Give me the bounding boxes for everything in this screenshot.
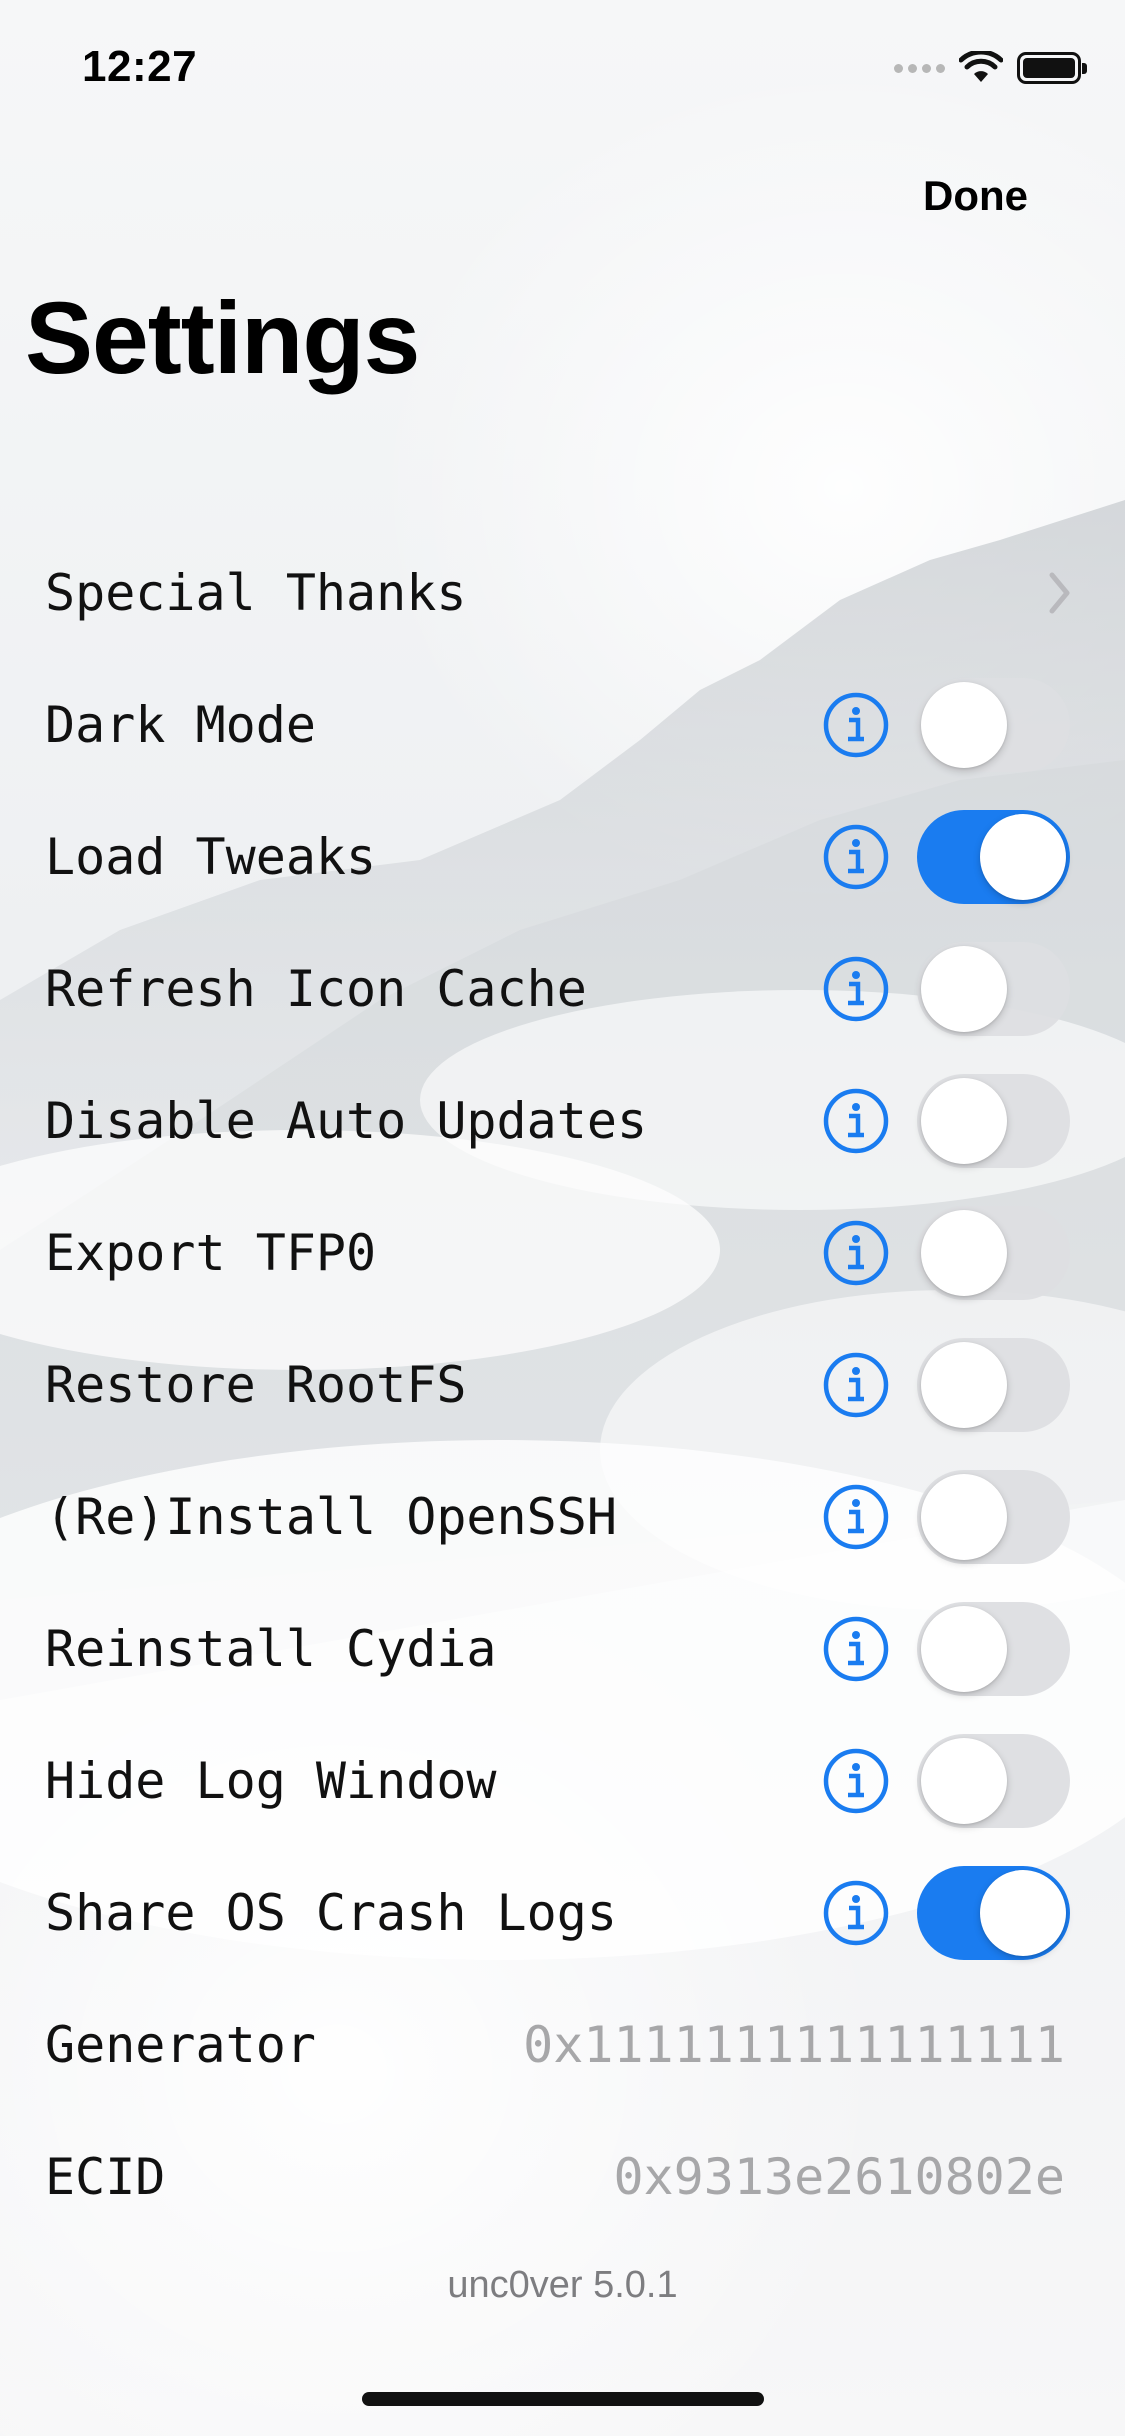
cellular-signal-icon <box>894 63 945 73</box>
row-reinstall-openssh: (Re)Install OpenSSH <box>0 1451 1125 1583</box>
info-circle-icon[interactable] <box>822 1087 890 1155</box>
row-label: Reinstall Cydia <box>45 1620 497 1678</box>
row-label: ECID <box>45 2148 166 2206</box>
hide-log-window-toggle[interactable] <box>917 1734 1070 1828</box>
info-circle-icon[interactable] <box>822 1615 890 1683</box>
info-circle-icon[interactable] <box>822 1747 890 1815</box>
row-label: Special Thanks <box>45 564 467 622</box>
page-title: Settings <box>25 281 420 395</box>
reinstall-openssh-toggle[interactable] <box>917 1470 1070 1564</box>
toggle-knob <box>921 1738 1007 1824</box>
status-icons <box>894 48 1087 88</box>
toggle-knob <box>921 1606 1007 1692</box>
toggle-knob <box>921 1210 1007 1296</box>
battery-icon <box>1017 52 1087 84</box>
row-label: Export TFP0 <box>45 1224 377 1282</box>
chevron-right-icon <box>1049 572 1070 614</box>
row-label: Restore RootFS <box>45 1356 467 1414</box>
info-circle-icon[interactable] <box>822 1351 890 1419</box>
generator-value[interactable]: 0x1111111111111111 <box>523 2016 1065 2074</box>
info-circle-icon[interactable] <box>822 955 890 1023</box>
settings-list: Special Thanks Dark Mode Load Tweaks Ref… <box>0 527 1125 2243</box>
restore-rootfs-toggle[interactable] <box>917 1338 1070 1432</box>
reinstall-cydia-toggle[interactable] <box>917 1602 1070 1696</box>
app-version: unc0ver 5.0.1 <box>447 2264 678 2306</box>
row-label: Share OS Crash Logs <box>45 1884 617 1942</box>
status-time: 12:27 <box>82 42 198 91</box>
toggle-knob <box>921 1474 1007 1560</box>
row-label: Load Tweaks <box>45 828 377 886</box>
home-indicator[interactable] <box>362 2392 764 2406</box>
row-restore-rootfs: Restore RootFS <box>0 1319 1125 1451</box>
row-ecid: ECID 0x9313e2610802e <box>0 2111 1125 2243</box>
info-circle-icon[interactable] <box>822 691 890 759</box>
dark-mode-toggle[interactable] <box>917 678 1070 772</box>
toggle-knob <box>980 1870 1066 1956</box>
share-os-crash-logs-toggle[interactable] <box>917 1866 1070 1960</box>
row-generator[interactable]: Generator 0x1111111111111111 <box>0 1979 1125 2111</box>
ecid-value: 0x9313e2610802e <box>613 2148 1065 2206</box>
row-label: Disable Auto Updates <box>45 1092 648 1150</box>
row-share-os-crash-logs: Share OS Crash Logs <box>0 1847 1125 1979</box>
info-circle-icon[interactable] <box>822 823 890 891</box>
row-reinstall-cydia: Reinstall Cydia <box>0 1583 1125 1715</box>
toggle-knob <box>921 682 1007 768</box>
row-label: Dark Mode <box>45 696 316 754</box>
row-label: Hide Log Window <box>45 1752 497 1810</box>
info-circle-icon[interactable] <box>822 1879 890 1947</box>
row-label: Generator <box>45 2016 316 2074</box>
row-label: Refresh Icon Cache <box>45 960 587 1018</box>
row-refresh-icon-cache: Refresh Icon Cache <box>0 923 1125 1055</box>
row-disable-auto-updates: Disable Auto Updates <box>0 1055 1125 1187</box>
row-load-tweaks: Load Tweaks <box>0 791 1125 923</box>
export-tfp0-toggle[interactable] <box>917 1206 1070 1300</box>
row-special-thanks[interactable]: Special Thanks <box>0 527 1125 659</box>
toggle-knob <box>921 1078 1007 1164</box>
toggle-knob <box>980 814 1066 900</box>
row-dark-mode: Dark Mode <box>0 659 1125 791</box>
disable-auto-updates-toggle[interactable] <box>917 1074 1070 1168</box>
toggle-knob <box>921 946 1007 1032</box>
toggle-knob <box>921 1342 1007 1428</box>
row-label: (Re)Install OpenSSH <box>45 1488 617 1546</box>
refresh-icon-cache-toggle[interactable] <box>917 942 1070 1036</box>
info-circle-icon[interactable] <box>822 1483 890 1551</box>
wifi-icon <box>959 51 1003 82</box>
load-tweaks-toggle[interactable] <box>917 810 1070 904</box>
row-hide-log-window: Hide Log Window <box>0 1715 1125 1847</box>
info-circle-icon[interactable] <box>822 1219 890 1287</box>
row-export-tfp0: Export TFP0 <box>0 1187 1125 1319</box>
done-button[interactable]: Done <box>923 172 1028 220</box>
